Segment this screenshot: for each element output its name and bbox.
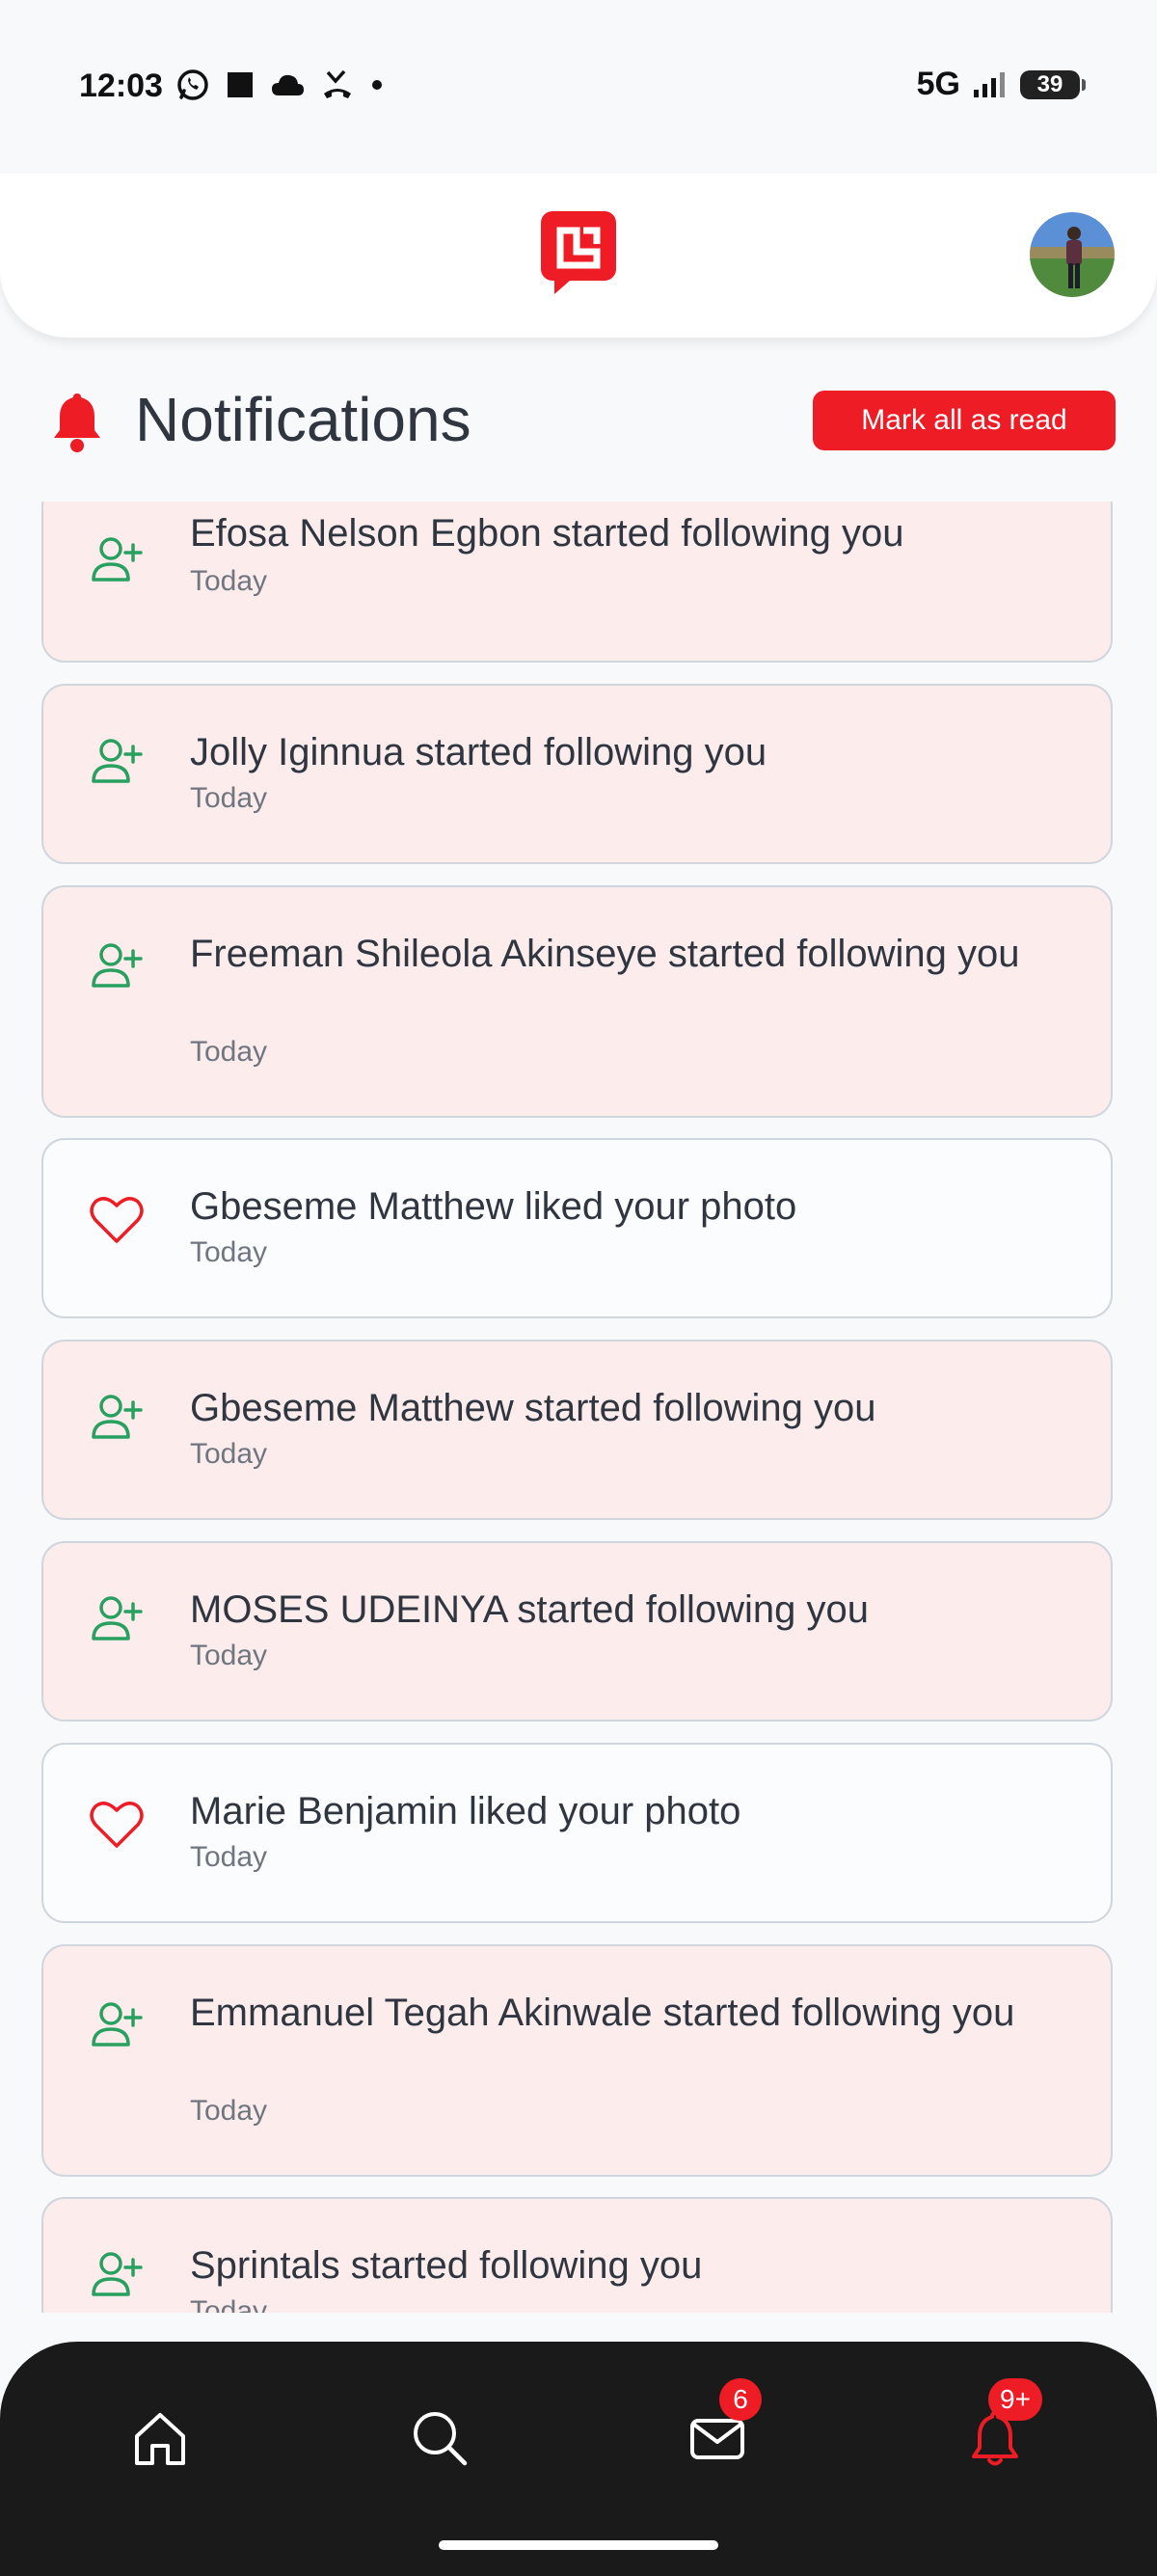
notification-time: Today [190,782,268,814]
notification-text: Efosa Nelson Egbon started following you [190,512,904,555]
user-plus-icon [92,537,143,582]
notification-time: Today [190,565,268,597]
notification-item[interactable]: Jolly Iginnua started following you Toda… [41,684,1113,864]
heart-icon [90,1802,144,1848]
notification-text: Gbeseme Matthew started following you [190,1387,876,1429]
signal-icon [974,71,1005,97]
app-header [0,174,1157,338]
notification-item[interactable]: Gbeseme Matthew liked your photo Today [41,1138,1113,1318]
search-icon [414,2412,468,2466]
profile-avatar[interactable] [1030,212,1115,297]
notifications-badge: 9+ [988,2378,1042,2421]
nav-search-button[interactable] [401,2400,478,2477]
user-plus-icon [92,943,143,988]
notification-time: Today [190,1036,268,1068]
status-bar: 12:03 5G 39 [0,0,1157,174]
status-time: 12:03 [79,68,163,104]
square-icon [228,72,253,97]
cloud-icon [272,74,304,95]
notification-time: Today [190,1236,268,1268]
notification-text: Marie Benjamin liked your photo [190,1790,741,1832]
user-plus-icon [92,1395,143,1439]
notification-list[interactable]: Efosa Nelson Egbon started following you… [0,502,1157,2313]
notifications-header: Notifications Mark all as read [0,366,1157,482]
user-plus-icon [92,739,143,783]
missed-call-icon [324,69,351,98]
notification-time: Today [190,2095,268,2127]
notification-text: Emmanuel Tegah Akinwale started followin… [190,1992,1015,2034]
dot-icon [372,80,382,90]
mark-all-read-button[interactable]: Mark all as read [813,391,1116,450]
notification-text: Jolly Iginnua started following you [190,731,767,773]
notification-item[interactable]: Efosa Nelson Egbon started following you… [41,502,1113,663]
status-icons [175,68,384,102]
heart-icon [90,1197,144,1243]
notification-time: Today [190,1640,268,1671]
user-plus-icon [92,1596,143,1641]
page-title: Notifications [135,385,471,454]
home-indicator [439,2540,718,2550]
network-label: 5G [916,66,960,102]
notification-item[interactable]: Freeman Shileola Akinseye started follow… [41,885,1113,1118]
whatsapp-icon [177,69,208,100]
notification-text: Freeman Shileola Akinseye started follow… [190,933,1020,975]
nav-messages-button[interactable]: 6 [679,2378,762,2477]
user-plus-icon [92,2252,143,2296]
battery-icon: 39 [1020,69,1086,99]
notification-time: Today [190,1841,268,1873]
bell-icon [54,393,100,452]
notification-item[interactable]: MOSES UDEINYA started following you Toda… [41,1541,1113,1722]
status-right: 5G 39 [916,66,1086,103]
notification-time: Today [190,1438,268,1470]
messages-badge: 6 [719,2378,762,2421]
notification-item[interactable]: Gbeseme Matthew started following you To… [41,1340,1113,1520]
notification-text: MOSES UDEINYA started following you [190,1588,869,1631]
notification-text: Sprintals started following you [190,2244,703,2287]
bottom-nav: 6 9+ [0,2342,1157,2576]
notification-item[interactable]: Marie Benjamin liked your photo Today [41,1743,1113,1923]
notification-item[interactable]: Emmanuel Tegah Akinwale started followin… [41,1944,1113,2177]
notification-text: Gbeseme Matthew liked your photo [190,1185,797,1228]
user-plus-icon [92,2002,143,2047]
app-logo-icon[interactable] [541,211,616,294]
nav-notifications-button[interactable]: 9+ [956,2378,1042,2477]
notification-item[interactable]: Sprintals started following you Today [41,2197,1113,2313]
home-icon [135,2413,185,2465]
notification-time: Today [190,2295,268,2313]
nav-home-button[interactable] [121,2400,199,2477]
